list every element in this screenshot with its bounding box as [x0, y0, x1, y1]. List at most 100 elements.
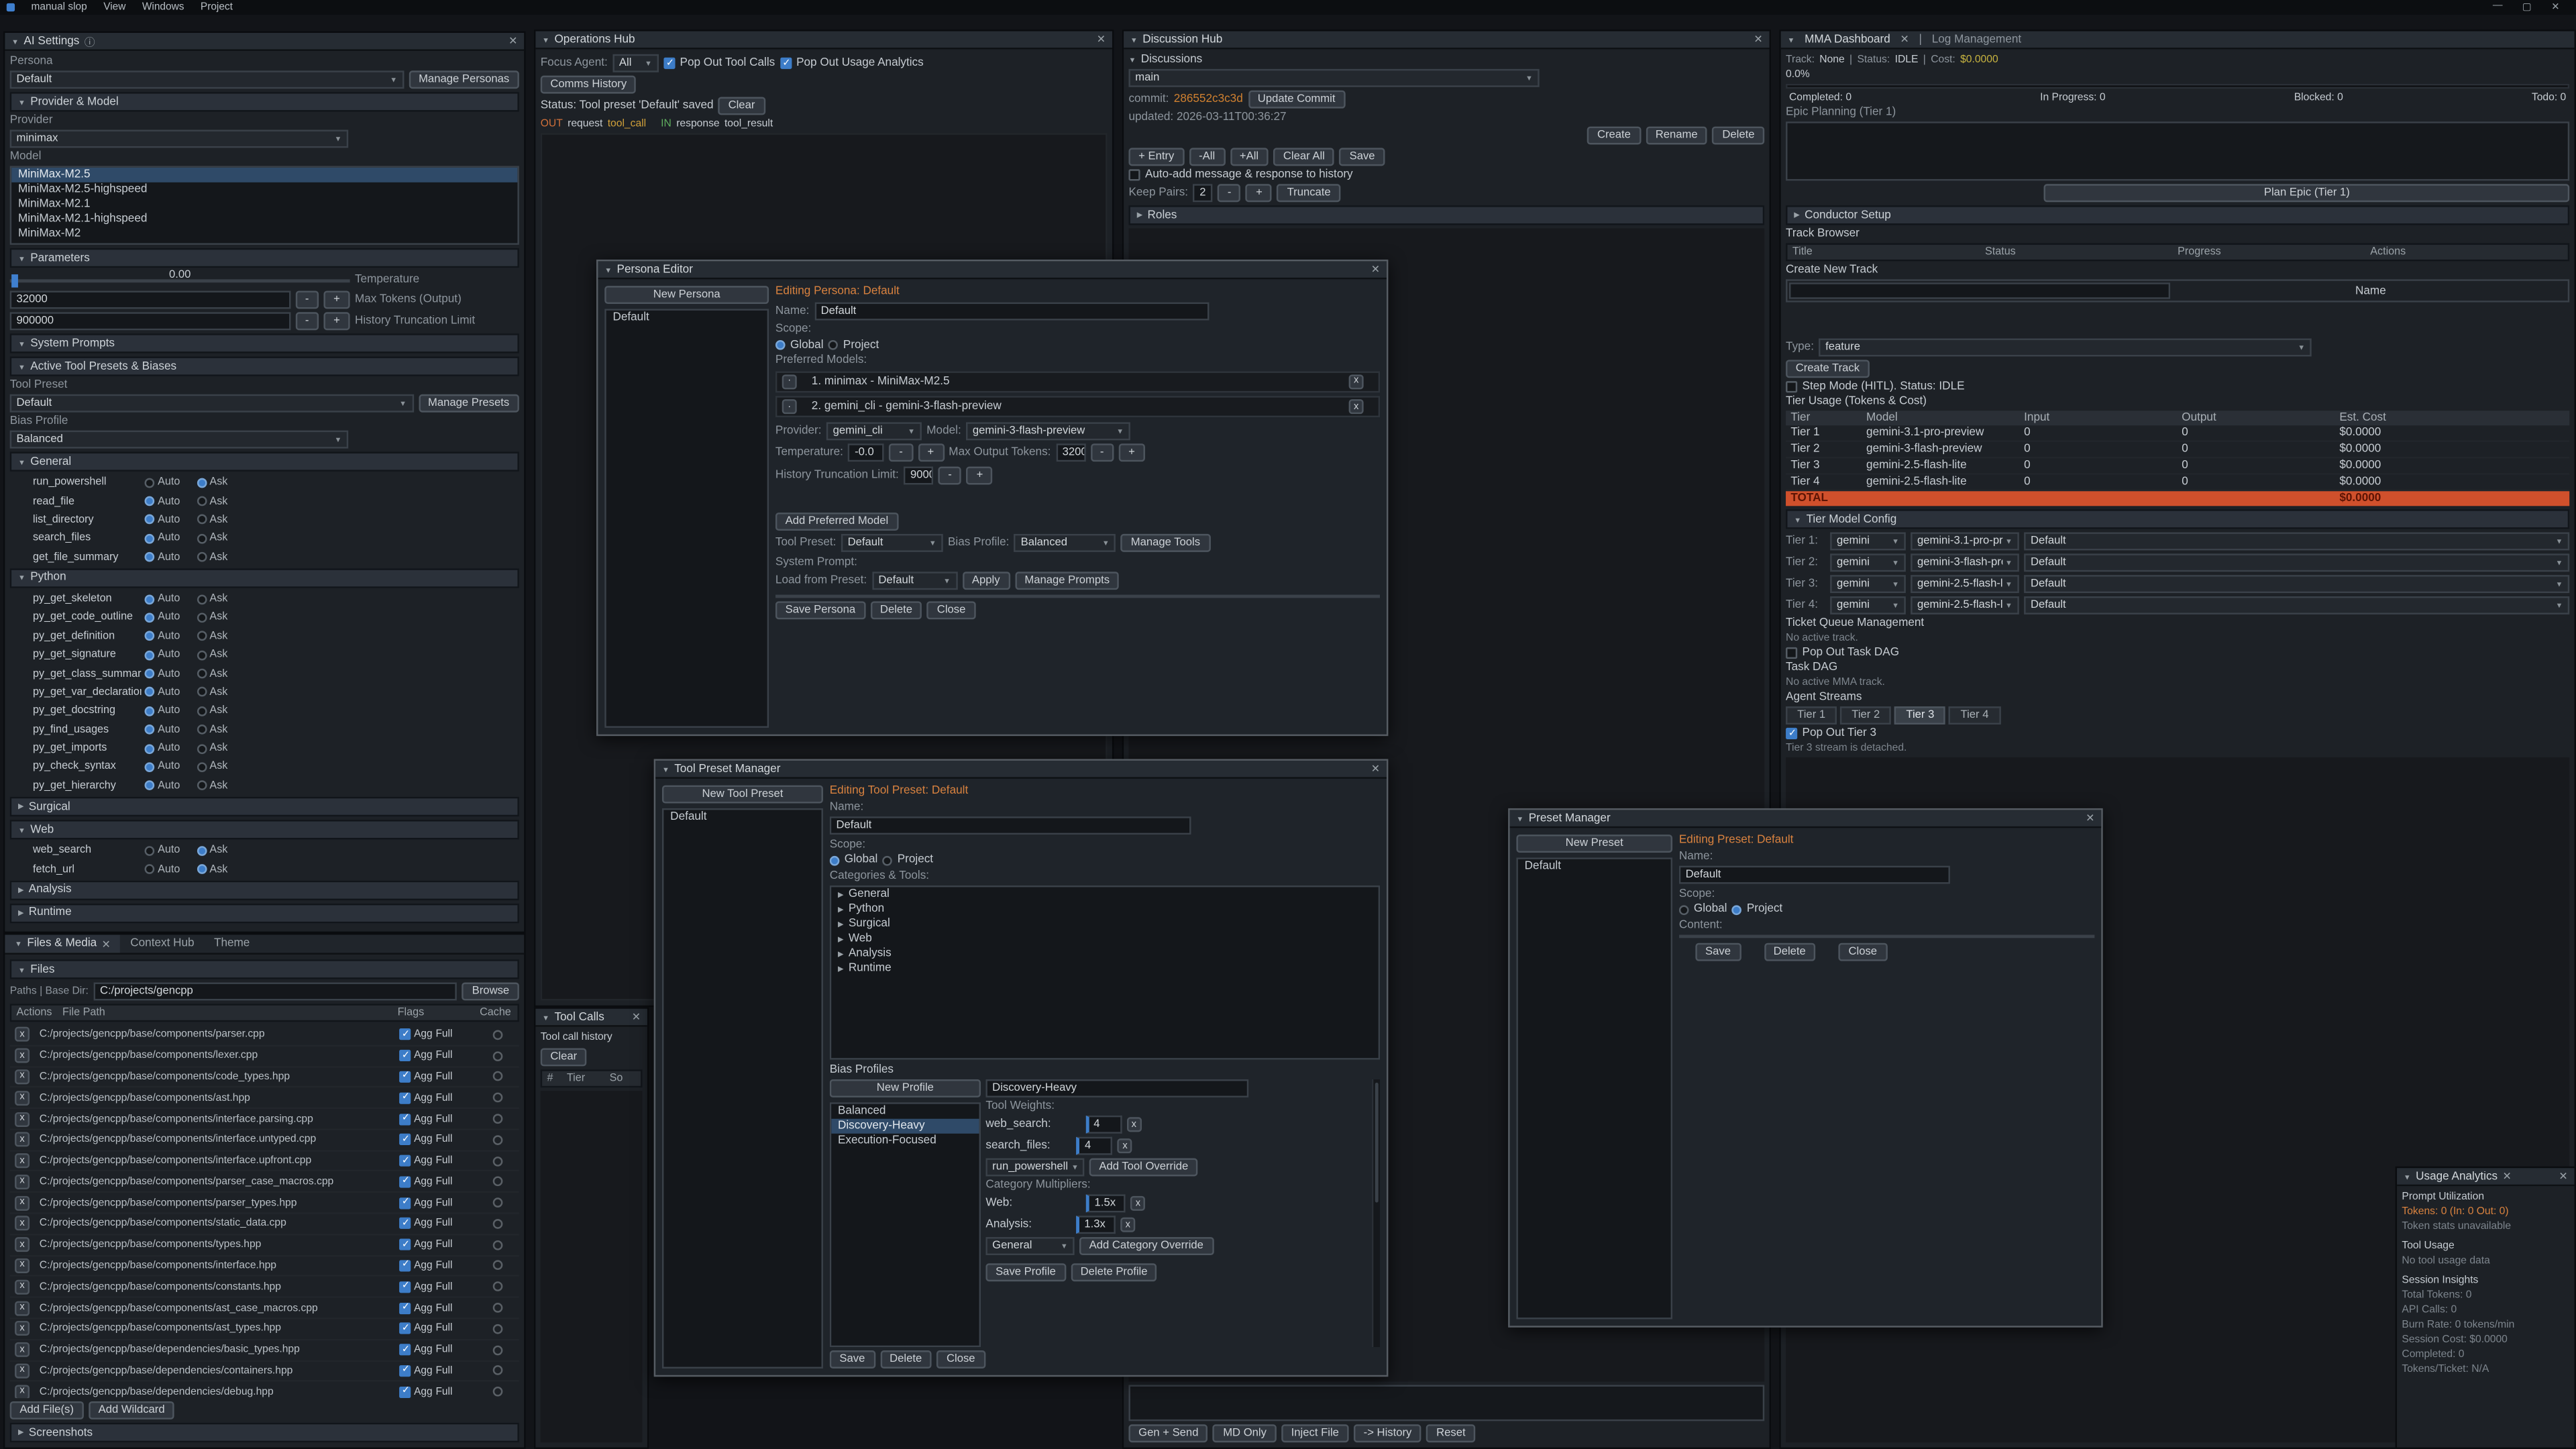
stream-tier-tab[interactable]: Tier 4	[1949, 706, 2000, 724]
info-icon[interactable]: ⓘ	[85, 33, 95, 49]
agg-checkbox[interactable]	[399, 1155, 411, 1167]
close-modal-icon[interactable]: ✕	[1371, 762, 1380, 775]
weight-input[interactable]: 4	[1077, 1137, 1113, 1155]
auto-radio[interactable]	[145, 724, 155, 735]
create-track-button[interactable]: Create Track	[1786, 360, 1870, 378]
collapse-icon[interactable]: ▼	[18, 458, 25, 466]
model-option[interactable]: MiniMax-M2.5-highspeed	[11, 182, 517, 197]
ask-radio[interactable]	[197, 612, 207, 623]
cache-indicator[interactable]	[493, 1114, 503, 1124]
category-item[interactable]: ▶Web	[831, 932, 1379, 947]
close-button[interactable]: Close	[936, 1350, 985, 1368]
collapse-icon[interactable]: ▶	[18, 1428, 23, 1438]
scope-global-radio[interactable]	[775, 340, 786, 350]
tool-preset-select[interactable]: Default▼	[10, 394, 413, 413]
category-item[interactable]: ▶Python	[831, 902, 1379, 916]
menu-view[interactable]: View	[103, 1, 125, 13]
tier-preset-select[interactable]: Default▼	[2024, 596, 2569, 614]
ask-radio[interactable]	[197, 594, 207, 604]
cache-indicator[interactable]	[493, 1240, 503, 1250]
base-dir-input[interactable]: C:/projects/gencpp	[93, 982, 457, 1000]
full-flag[interactable]: Full	[436, 1071, 453, 1083]
delete-discussion-button[interactable]: Delete	[1713, 127, 1765, 145]
full-flag[interactable]: Full	[436, 1344, 453, 1356]
ask-radio[interactable]	[197, 496, 207, 506]
new-preset-button[interactable]: New Preset	[1516, 835, 1672, 853]
add-preferred-model-button[interactable]: Add Preferred Model	[775, 512, 898, 530]
reorder-handle[interactable]: ·	[782, 374, 797, 388]
stream-tier-tab[interactable]: Tier 3	[1894, 706, 1945, 724]
collapse-icon[interactable]: ▼	[18, 574, 25, 582]
scope-global-radio[interactable]	[1679, 904, 1689, 914]
close-panel-icon[interactable]: ✕	[1097, 33, 1106, 46]
auto-radio[interactable]	[145, 594, 155, 604]
step-mode-checkbox[interactable]	[1786, 381, 1797, 392]
agg-checkbox[interactable]	[399, 1365, 411, 1377]
ask-radio[interactable]	[197, 669, 207, 679]
close-tab-icon[interactable]: ✕	[102, 937, 111, 951]
create-discussion-button[interactable]: Create	[1587, 127, 1640, 145]
tool-override-select[interactable]: run_powershell▼	[985, 1159, 1084, 1177]
bias-profile-item[interactable]: Balanced	[831, 1104, 979, 1119]
remove-multiplier-button[interactable]: x	[1120, 1218, 1135, 1232]
cache-indicator[interactable]	[493, 1219, 503, 1229]
multiplier-input[interactable]: 1.5x	[1086, 1194, 1126, 1212]
temperature-slider[interactable]: 0.00	[10, 271, 350, 287]
full-flag[interactable]: Full	[436, 1281, 453, 1293]
remove-multiplier-button[interactable]: x	[1130, 1196, 1145, 1211]
apply-button[interactable]: Apply	[962, 572, 1010, 590]
save-button[interactable]: Save	[830, 1350, 875, 1368]
new-track-title-input[interactable]	[1789, 282, 2170, 299]
full-flag[interactable]: Full	[436, 1155, 453, 1167]
scope-project-radio[interactable]	[1732, 904, 1742, 914]
auto-radio[interactable]	[145, 706, 155, 716]
tab-log-management[interactable]: Log Management	[1932, 34, 2021, 45]
roles-header[interactable]: Roles	[1148, 209, 1177, 221]
agg-checkbox[interactable]	[399, 1050, 411, 1061]
decrement-button[interactable]: -	[938, 466, 962, 484]
tab-mma-dashboard[interactable]: MMA Dashboard	[1805, 34, 1890, 45]
tier-provider-select[interactable]: gemini▼	[1830, 596, 1906, 614]
categories-listbox[interactable]: ▶General ▶Python ▶Surgical ▶Web ▶Analysi…	[830, 885, 1380, 1060]
increment-button[interactable]: +	[1246, 184, 1272, 202]
scope-global-radio[interactable]	[830, 855, 840, 865]
ask-radio[interactable]	[197, 864, 207, 874]
delete-button[interactable]: Delete	[1764, 942, 1816, 960]
collapse-icon[interactable]: ▶	[18, 908, 23, 918]
persona-name-input[interactable]: Default	[814, 301, 1209, 319]
auto-radio[interactable]	[145, 781, 155, 791]
tool-preset-list-item[interactable]: Default	[663, 810, 821, 824]
add-category-override-button[interactable]: Add Category Override	[1079, 1237, 1214, 1255]
remove-file-button[interactable]: x	[15, 1385, 30, 1398]
full-flag[interactable]: Full	[436, 1260, 453, 1271]
weight-input[interactable]: 4	[1085, 1116, 1122, 1134]
agg-checkbox[interactable]	[399, 1386, 411, 1397]
menu-windows[interactable]: Windows	[142, 1, 184, 13]
remove-file-button[interactable]: x	[15, 1258, 30, 1273]
minimize-icon[interactable]: —	[2493, 1, 2503, 13]
decrement-button[interactable]: -	[890, 443, 913, 462]
category-item[interactable]: ▶Analysis	[831, 947, 1379, 961]
collapse-icon[interactable]: ▶	[1137, 210, 1142, 220]
new-persona-button[interactable]: New Persona	[604, 286, 769, 304]
slider-thumb[interactable]	[11, 274, 18, 287]
tier-model-select[interactable]: gemini-2.5-flash-lite▼	[1911, 575, 2019, 593]
ask-radio[interactable]	[197, 533, 207, 543]
menu-project[interactable]: Project	[201, 1, 233, 13]
auto-radio[interactable]	[145, 496, 155, 506]
collapse-icon[interactable]: ▶	[18, 885, 23, 895]
bias-profile-select[interactable]: Balanced▼	[1014, 534, 1116, 552]
load-from-preset-select[interactable]: Default▼	[872, 572, 957, 590]
tier-preset-select[interactable]: Default▼	[2024, 532, 2569, 550]
remove-file-button[interactable]: x	[15, 1279, 30, 1294]
remove-model-button[interactable]: x	[1349, 399, 1364, 414]
collapse-icon[interactable]: ▼	[1794, 515, 1801, 523]
delete-persona-button[interactable]: Delete	[870, 601, 922, 619]
model-option[interactable]: MiniMax-M2.5	[11, 168, 517, 182]
cache-indicator[interactable]	[493, 1177, 503, 1187]
provider-select[interactable]: minimax▼	[10, 129, 348, 148]
remove-file-button[interactable]: x	[15, 1195, 30, 1210]
pop-out-usage-checkbox[interactable]	[780, 58, 792, 69]
tool-preset-select[interactable]: Default▼	[841, 534, 943, 552]
remove-weight-button[interactable]: x	[1118, 1138, 1132, 1153]
